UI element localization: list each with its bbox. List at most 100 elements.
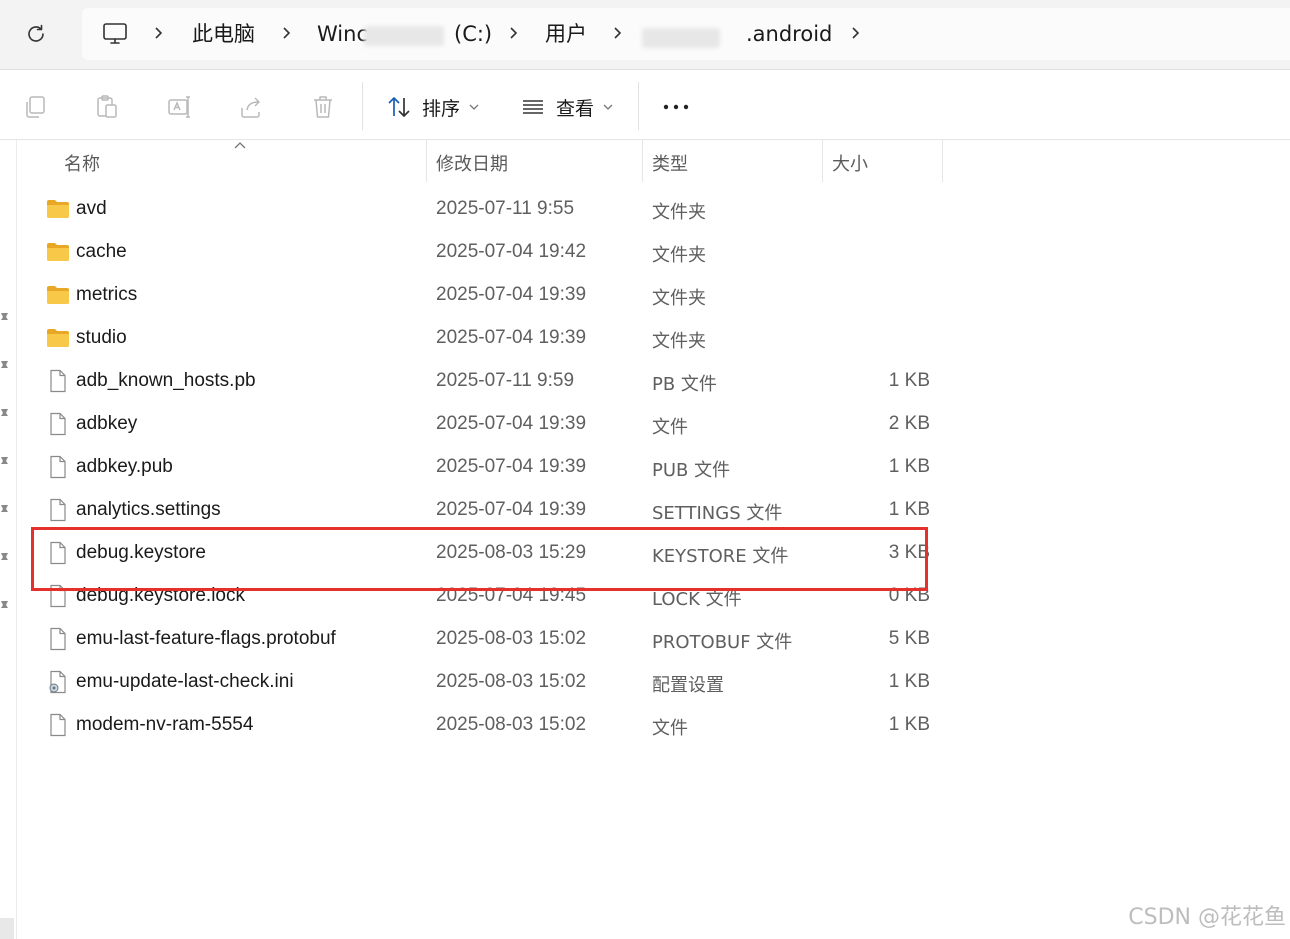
file-name: adb_known_hosts.pb: [76, 370, 256, 391]
file-name: studio: [76, 327, 127, 348]
file-explorer-window: 此电脑 Winc (C:) 用户 .android 排序 查看 名称 修改日期 …: [0, 0, 1290, 939]
file-size: 1 KB: [888, 671, 930, 692]
breadcrumb-drive-prefix[interactable]: Winc: [317, 21, 368, 47]
file-date: 2025-07-11 9:59: [436, 370, 575, 391]
file-name: metrics: [76, 284, 138, 305]
pin-icon: [1, 313, 8, 320]
this-pc-icon[interactable]: [102, 22, 128, 46]
column-header-name[interactable]: 名称: [64, 150, 100, 176]
file-type: 配置设置: [652, 675, 724, 696]
file-row[interactable]: adbkey.pub 2025-07-04 19:39 PUB 文件 1 KB: [40, 446, 940, 489]
breadcrumb-drive-letter[interactable]: (C:): [454, 21, 492, 47]
chevron-down-icon: [603, 104, 613, 110]
file-type: 文件: [652, 718, 688, 739]
rename-icon[interactable]: [166, 94, 192, 120]
more-options-button[interactable]: [662, 90, 690, 124]
file-type: 文件夹: [652, 202, 706, 223]
chevron-right-icon[interactable]: [278, 25, 294, 41]
file-name: cache: [76, 241, 127, 262]
delete-icon[interactable]: [310, 94, 336, 120]
refresh-button[interactable]: [18, 16, 54, 52]
pin-icon: [1, 601, 8, 608]
column-header-type[interactable]: 类型: [652, 150, 688, 176]
folder-icon: [46, 197, 70, 221]
chevron-right-icon[interactable]: [150, 25, 166, 41]
file-name: adbkey: [76, 413, 138, 434]
file-type: 文件夹: [652, 288, 706, 309]
chevron-right-icon[interactable]: [609, 25, 625, 41]
folder-icon: [46, 283, 70, 307]
file-name: avd: [76, 198, 107, 219]
file-row[interactable]: adb_known_hosts.pb 2025-07-11 9:59 PB 文件 1 …: [40, 360, 940, 403]
sort-icon: [388, 97, 410, 117]
file-date: 2025-07-04 19:42: [436, 241, 587, 262]
file-name: emu-last-feature-flags.protobuf: [76, 628, 336, 649]
folder-icon: [46, 240, 70, 264]
breadcrumb[interactable]: 此电脑 Winc (C:) 用户 .android: [82, 8, 1290, 60]
pin-icon: [1, 553, 8, 560]
column-divider[interactable]: [642, 140, 643, 182]
file-date: 2025-07-04 19:39: [436, 327, 587, 348]
breadcrumb-users[interactable]: 用户: [545, 21, 587, 47]
refresh-icon: [28, 24, 44, 42]
file-name: emu-update-last-check.ini: [76, 671, 294, 692]
column-divider[interactable]: [822, 140, 823, 182]
file-date: 2025-08-03 15:02: [436, 714, 587, 735]
pin-icon: [1, 457, 8, 464]
toolbar-divider: [638, 82, 639, 130]
chevron-right-icon[interactable]: [847, 25, 863, 41]
command-bar: 排序 查看: [0, 70, 1290, 140]
file-row[interactable]: modem-nv-ram-5554 2025-08-03 15:02 文件 1 KB: [40, 704, 940, 747]
file-name: modem-nv-ram-5554: [76, 714, 254, 735]
view-button[interactable]: 查看: [520, 90, 614, 124]
sort-label: 排序: [422, 97, 461, 120]
file-icon: [46, 627, 70, 651]
paste-icon[interactable]: [94, 94, 120, 120]
highlight-annotation: [31, 527, 928, 591]
file-date: 2025-08-03 15:02: [436, 628, 587, 649]
file-icon: [46, 455, 70, 479]
column-divider[interactable]: [942, 140, 943, 182]
file-row[interactable]: adbkey 2025-07-04 19:39 文件 2 KB: [40, 403, 940, 446]
file-date: 2025-07-04 19:39: [436, 499, 587, 520]
file-row[interactable]: metrics 2025-07-04 19:39 文件夹: [40, 274, 940, 317]
copy-icon[interactable]: [22, 94, 48, 120]
file-date: 2025-07-04 19:39: [436, 456, 587, 477]
breadcrumb-this-pc[interactable]: 此电脑: [192, 21, 255, 47]
toolbar-divider: [362, 82, 363, 130]
file-name: adbkey.pub: [76, 456, 173, 477]
column-divider[interactable]: [426, 140, 427, 182]
settings-file-icon: [46, 670, 70, 694]
file-row[interactable]: analytics.settings 2025-07-04 19:39 SETTIN…: [40, 489, 940, 532]
file-date: 2025-07-04 19:39: [436, 413, 587, 434]
view-list-icon: [523, 100, 543, 114]
file-row[interactable]: avd 2025-07-11 9:55 文件夹: [40, 188, 940, 231]
breadcrumb-android[interactable]: .android: [746, 21, 832, 47]
file-type: 文件夹: [652, 331, 706, 352]
file-date: 2025-07-11 9:55: [436, 198, 575, 219]
file-date: 2025-08-03 15:02: [436, 671, 587, 692]
divider: [0, 139, 1290, 140]
file-type: 文件夹: [652, 245, 706, 266]
file-row[interactable]: studio 2025-07-04 19:39 文件夹: [40, 317, 940, 360]
watermark: CSDN @花花鱼: [1128, 905, 1286, 930]
sort-button[interactable]: 排序: [386, 90, 480, 124]
column-header-date[interactable]: 修改日期: [436, 150, 508, 176]
file-row[interactable]: emu-last-feature-flags.protobuf 2025-08-0…: [40, 618, 940, 661]
chevron-down-icon: [469, 104, 479, 110]
redacted-block: [642, 28, 720, 48]
column-header-size[interactable]: 大小: [832, 150, 868, 176]
file-name: analytics.settings: [76, 499, 221, 520]
file-size: 5 KB: [888, 628, 930, 649]
file-row[interactable]: emu-update-last-check.ini 2025-08-03 15:0…: [40, 661, 940, 704]
file-size: 1 KB: [888, 499, 930, 520]
file-icon: [46, 369, 70, 393]
file-row[interactable]: cache 2025-07-04 19:42 文件夹: [40, 231, 940, 274]
chevron-right-icon[interactable]: [505, 25, 521, 41]
address-bar-area: 此电脑 Winc (C:) 用户 .android: [0, 0, 1290, 70]
navigation-pane-edge[interactable]: [0, 140, 17, 939]
share-icon[interactable]: [238, 94, 264, 120]
pin-icon: [1, 409, 8, 416]
more-icon: [663, 104, 689, 110]
file-size: 1 KB: [888, 370, 930, 391]
